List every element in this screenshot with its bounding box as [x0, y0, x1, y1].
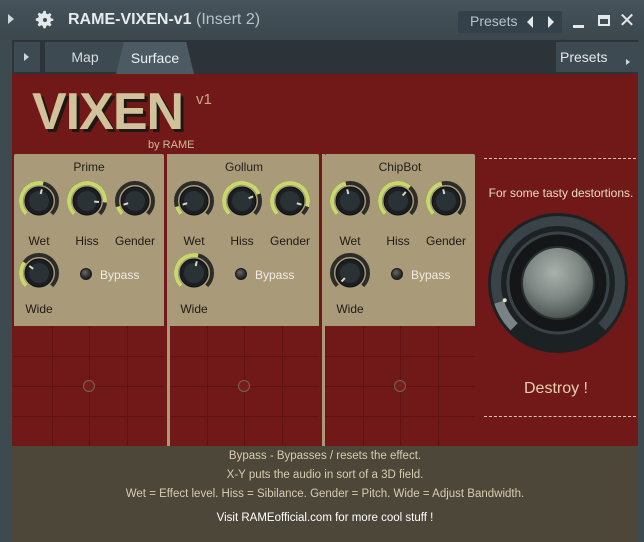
knob-hiss[interactable]	[377, 180, 419, 222]
presets-label: Presets	[470, 13, 518, 29]
window-menu-arrow-icon[interactable]	[8, 14, 14, 24]
knob-label-gender: Gender	[425, 234, 467, 248]
help-line-xy: X-Y puts the audio in sort of a 3D field…	[226, 469, 424, 481]
module-title: Gollum	[224, 160, 263, 174]
knob-hiss[interactable]	[66, 180, 108, 222]
window-title: RAME-VIXEN-v1 (Insert 2)	[68, 11, 260, 29]
xy-handle[interactable]	[83, 380, 95, 392]
xy-grid-line	[169, 356, 319, 357]
xy-handle[interactable]	[238, 380, 250, 392]
xy-grid-line	[14, 416, 164, 417]
xy-grid-line	[325, 356, 475, 357]
minimize-icon[interactable]	[573, 25, 584, 28]
wrapper-toggle-button[interactable]	[14, 42, 40, 72]
presets-arrow-icon[interactable]	[626, 59, 630, 65]
knob-gender[interactable]	[425, 180, 467, 222]
knob-wide[interactable]	[329, 252, 371, 294]
wrapper-presets-label: Presets	[560, 49, 608, 65]
xy-pad-gollum[interactable]	[169, 326, 319, 446]
knob-label-wide: Wide	[25, 302, 53, 316]
bypass-toggle[interactable]	[391, 268, 403, 280]
module-title: ChipBot	[378, 160, 422, 174]
wrapper-presets-button[interactable]: Presets	[556, 42, 638, 72]
title-bar: RAME-VIXEN-v1 (Insert 2) Presets ✕	[0, 0, 644, 40]
destroy-knob-cap	[521, 246, 595, 320]
knob-wet[interactable]	[18, 180, 60, 222]
knob-hiss[interactable]	[221, 180, 263, 222]
help-footer: Bypass - Bypasses / resets the effect. X…	[12, 446, 638, 542]
knob-label-gender: Gender	[269, 234, 311, 248]
logo-version: v1	[196, 91, 212, 108]
plugin-name: RAME-VIXEN-v1	[68, 11, 192, 28]
destroy-knob[interactable]	[482, 211, 634, 361]
chevron-left-icon[interactable]	[527, 16, 533, 28]
xy-pad-prime[interactable]	[14, 326, 164, 446]
xy-pad-chipbot[interactable]	[325, 326, 475, 446]
bypass-label: Bypass	[411, 268, 451, 282]
knob-wet[interactable]	[329, 180, 371, 222]
xy-grid-line	[169, 416, 319, 417]
bypass-toggle[interactable]	[80, 268, 92, 280]
knob-label-wide: Wide	[180, 302, 208, 316]
logo-byline: by RAME	[148, 139, 195, 151]
knob-label-gender: Gender	[114, 234, 156, 248]
presets-selector[interactable]: Presets	[458, 11, 562, 33]
insert-slot: (Insert 2)	[196, 11, 261, 28]
knob-wet[interactable]	[173, 180, 215, 222]
divider-bottom	[484, 416, 636, 417]
xy-grid-line	[325, 416, 475, 417]
knob-label-wide: Wide	[336, 302, 364, 316]
knob-gender[interactable]	[114, 180, 156, 222]
close-icon[interactable]: ✕	[618, 11, 636, 31]
bypass-label: Bypass	[255, 268, 295, 282]
xy-grid-line	[14, 356, 164, 357]
module-panel-chipbot: ChipBot Wet Hiss Gender Wide Bypass	[325, 154, 475, 326]
wrapper-toolbar: Map Surface Presets	[12, 40, 638, 74]
gear-icon[interactable]	[34, 9, 56, 31]
xy-handle[interactable]	[394, 380, 406, 392]
module-divider	[167, 154, 170, 446]
module-divider	[322, 154, 325, 446]
knob-wide[interactable]	[173, 252, 215, 294]
website-link[interactable]: Visit RAMEofficial.com for more cool stu…	[12, 512, 638, 524]
tab-surface[interactable]: Surface	[116, 42, 194, 74]
divider-top	[484, 158, 636, 159]
maximize-icon[interactable]	[598, 15, 610, 26]
chevron-right-icon[interactable]	[548, 16, 554, 28]
bypass-label: Bypass	[100, 268, 140, 282]
bypass-toggle[interactable]	[235, 268, 247, 280]
tagline: For some tasty destortions.	[488, 186, 634, 200]
destroy-knob-indicator	[502, 298, 507, 303]
module-panel-prime: Prime Wet Hiss Gender Wide Bypass	[14, 154, 164, 326]
knob-wide[interactable]	[18, 252, 60, 294]
module-panel-gollum: Gollum Wet Hiss Gender Wide Bypass	[169, 154, 319, 326]
plugin-surface: VIXEN v1 by RAME Prime Wet Hiss Gender Wide B…	[12, 74, 638, 542]
vixen-logo: VIXEN	[32, 83, 184, 141]
destroy-label: Destroy !	[523, 380, 588, 397]
help-line-bypass: Bypass - Bypasses / resets the effect.	[228, 450, 422, 462]
module-title: Prime	[73, 160, 105, 174]
knob-gender[interactable]	[269, 180, 311, 222]
help-line-params: Wet = Effect level. Hiss = Sibilance. Ge…	[125, 488, 525, 500]
tab-map[interactable]: Map	[45, 42, 125, 72]
